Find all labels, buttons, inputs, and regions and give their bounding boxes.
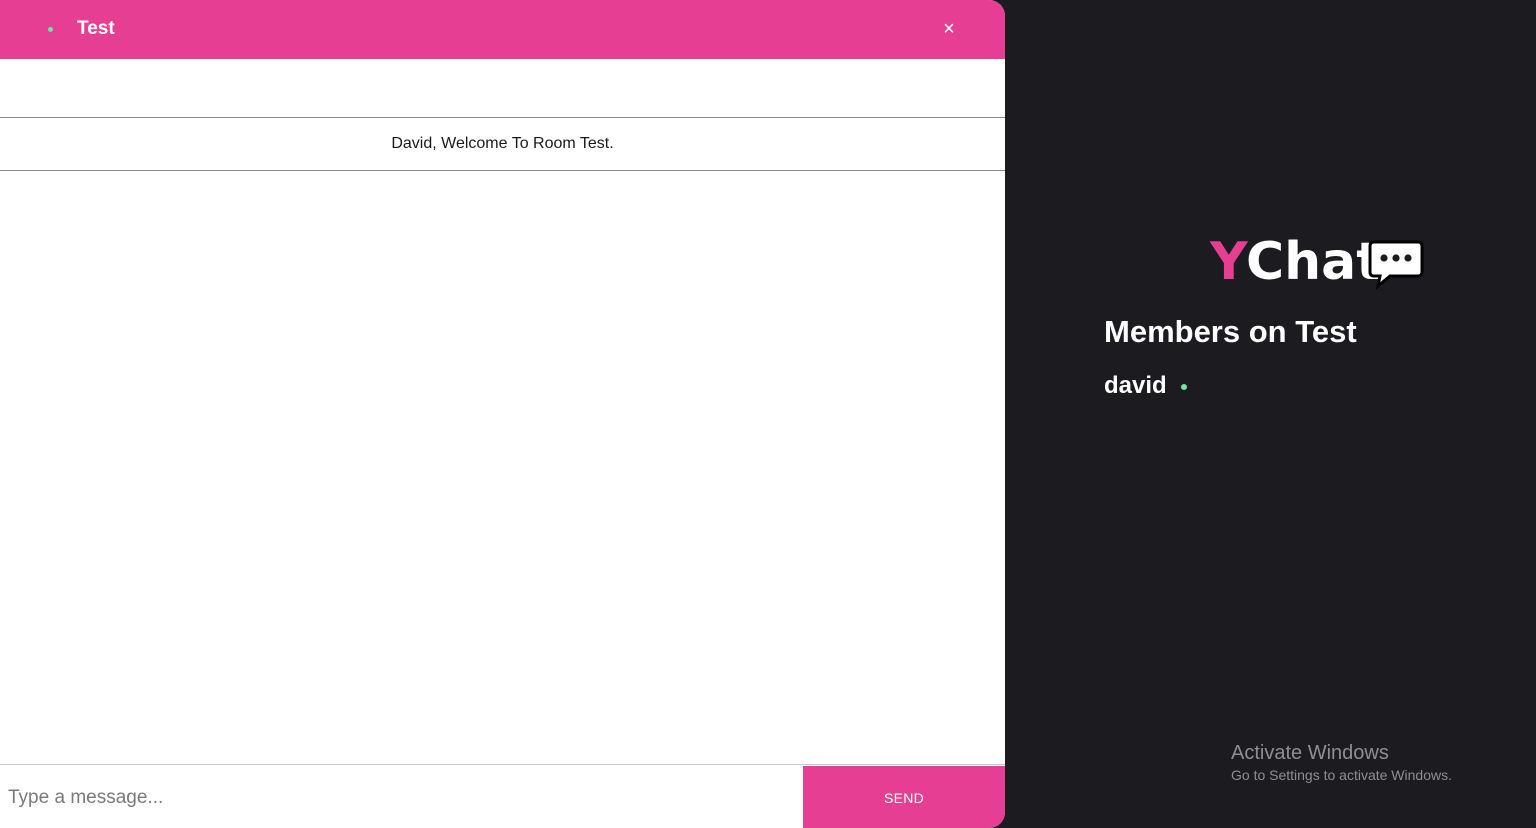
send-button[interactable]: SEND (803, 766, 1005, 828)
message-input[interactable] (0, 766, 803, 828)
online-status-dot (48, 27, 53, 32)
logo-letter-y: Y (1210, 232, 1248, 292)
message-input-bar: SEND (0, 764, 1005, 828)
activate-windows-watermark: Activate Windows Go to Settings to activ… (1231, 741, 1452, 785)
member-item: david (1104, 370, 1188, 402)
chat-bubble-icon (1368, 240, 1424, 290)
logo-word-chat: Chat (1246, 232, 1382, 292)
close-button[interactable]: × (937, 17, 961, 41)
chat-panel: Test × David, Welcome To Room Test. SEND (0, 0, 1005, 828)
welcome-message: David, Welcome To Room Test. (0, 117, 1005, 171)
members-title: Members on Test (1104, 314, 1357, 349)
activate-windows-title: Activate Windows (1231, 742, 1389, 764)
chat-header: Test × (0, 0, 1005, 59)
member-name: david (1104, 372, 1167, 399)
welcome-message-text: David, Welcome To Room Test. (391, 135, 614, 152)
activate-windows-subtitle: Go to Settings to activate Windows. (1231, 767, 1452, 783)
room-title: Test (77, 18, 115, 39)
member-online-dot (1181, 383, 1188, 390)
